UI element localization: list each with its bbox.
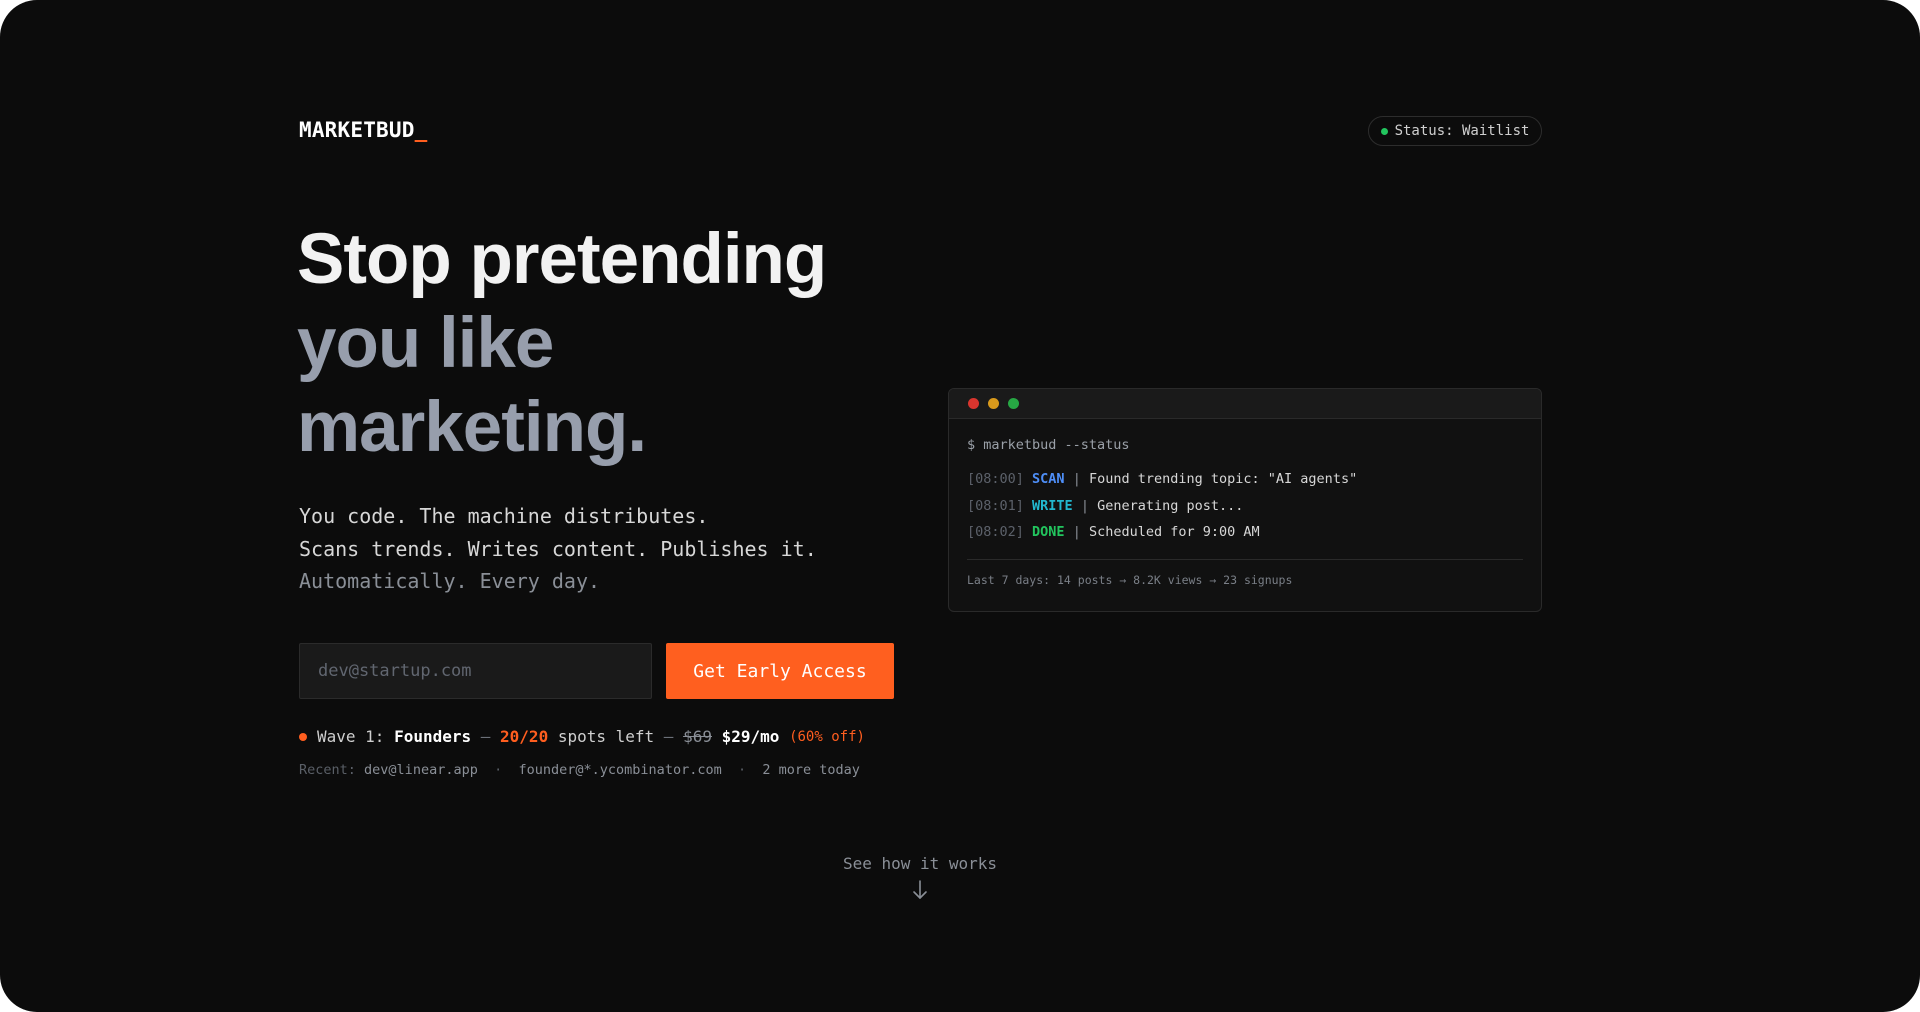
wave-dash-2: — [654, 727, 684, 746]
recent-label: Recent: [299, 762, 356, 778]
terminal-window: $ marketbud --status [08:00] SCAN | Foun… [948, 388, 1542, 612]
log-message: Found trending topic: "AI agents" [1088, 471, 1358, 487]
recent-item-2: founder@*.ycombinator.com [518, 762, 722, 778]
wave-prefix: Wave 1: [317, 727, 395, 746]
log-line: [08:00] SCAN | Found trending topic: "AI… [967, 466, 1523, 493]
maximize-dot-icon [1008, 398, 1019, 409]
discount: (60% off) [789, 728, 865, 745]
minimize-dot-icon [988, 398, 999, 409]
status-dot-icon [1380, 127, 1388, 135]
headline-line-3: marketing. [297, 388, 647, 467]
recent-item-1: dev@linear.app [364, 762, 478, 778]
headline-line-2: you like [297, 304, 554, 383]
terminal-titlebar [949, 389, 1541, 419]
old-price: $69 [683, 727, 712, 746]
headline-line-1: Stop pretending [297, 220, 827, 299]
subtext-line-1: You code. The machine distributes. [299, 504, 709, 528]
log-line: [08:01] WRITE | Generating post... [967, 493, 1523, 520]
log-time: [08:00] [967, 471, 1024, 487]
subtext-line-2: Scans trends. Writes content. Publishes … [299, 536, 817, 561]
logo-text: MARKETBUD [299, 118, 415, 142]
wave-tier: Founders [394, 727, 472, 746]
email-input[interactable] [299, 643, 652, 699]
log-message: Scheduled for 9:00 AM [1088, 524, 1260, 540]
wave-info: Wave 1: Founders — 20/20 spots left — $6… [299, 727, 865, 746]
recent-item-3: 2 more today [762, 762, 860, 778]
recent-separator: · [494, 762, 503, 778]
log-pipe: | [1072, 524, 1081, 540]
logo[interactable]: MARKETBUD_ [299, 118, 427, 142]
log-time: [08:01] [967, 497, 1024, 514]
wave-dash-1: — [471, 727, 501, 746]
wave-dot-icon [299, 732, 307, 741]
see-how-it-works-link[interactable]: See how it works [0, 854, 1840, 873]
wave-spots: 20/20 [500, 727, 549, 746]
log-tag-done: DONE [1032, 524, 1065, 540]
log-tag-scan: SCAN [1032, 471, 1065, 487]
log-time: [08:02] [967, 524, 1024, 540]
hero-headline: Stop pretending you like marketing. [297, 218, 827, 470]
log-pipe: | [1080, 497, 1089, 514]
status-text: Status: Waitlist [1394, 123, 1530, 139]
status-badge: Status: Waitlist [1368, 116, 1542, 146]
log-line: [08:02] DONE | Scheduled for 9:00 AM [967, 519, 1523, 546]
terminal-stats: Last 7 days: 14 posts → 8.2K views → 23 … [967, 572, 1293, 587]
recent-signups: Recent: dev@linear.app · founder@*.ycomb… [299, 762, 860, 778]
log-message: Generating post... [1097, 497, 1244, 514]
subtext-line-3: Automatically. Every day. [299, 569, 601, 593]
logo-cursor: _ [414, 118, 428, 142]
hero-subtext: You code. The machine distributes. Scans… [299, 500, 817, 598]
get-early-access-button[interactable]: Get Early Access [666, 643, 894, 699]
arrow-down-icon[interactable] [911, 879, 929, 901]
log-tag-write: WRITE [1032, 497, 1073, 514]
page-frame: MARKETBUD_ Status: Waitlist Stop pretend… [0, 0, 1920, 1012]
wave-spots-suffix: spots left [548, 727, 655, 746]
terminal-body: $ marketbud --status [08:00] SCAN | Foun… [949, 419, 1541, 587]
recent-separator: · [737, 762, 747, 778]
price: $29/mo [721, 727, 780, 746]
log-pipe: | [1072, 471, 1081, 487]
close-dot-icon [968, 398, 979, 409]
terminal-command: $ marketbud --status [967, 437, 1130, 453]
